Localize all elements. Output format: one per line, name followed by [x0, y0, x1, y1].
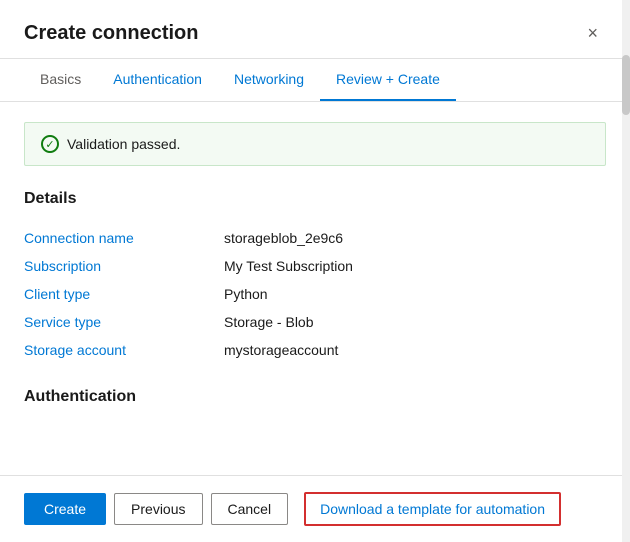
table-row: Service type Storage - Blob — [24, 308, 606, 336]
dialog-title: Create connection — [24, 22, 198, 45]
value-connection-name: storageblob_2e9c6 — [224, 224, 606, 252]
validation-check-icon: ✓ — [41, 135, 59, 153]
dialog-body: ✓ Validation passed. Details Connection … — [0, 102, 630, 475]
label-subscription: Subscription — [24, 252, 224, 280]
create-button[interactable]: Create — [24, 493, 106, 525]
close-button[interactable]: × — [579, 20, 606, 46]
tab-authentication[interactable]: Authentication — [97, 59, 218, 101]
authentication-section: Authentication — [24, 388, 606, 406]
value-client-type: Python — [224, 280, 606, 308]
table-row: Connection name storageblob_2e9c6 — [24, 224, 606, 252]
tab-bar: Basics Authentication Networking Review … — [0, 59, 630, 102]
tab-review-create[interactable]: Review + Create — [320, 59, 456, 101]
value-service-type: Storage - Blob — [224, 308, 606, 336]
value-storage-account: mystorageaccount — [224, 336, 606, 364]
authentication-section-title: Authentication — [24, 388, 606, 406]
validation-text: Validation passed. — [67, 136, 180, 152]
validation-banner: ✓ Validation passed. — [24, 122, 606, 166]
tab-basics[interactable]: Basics — [24, 59, 97, 101]
scrollbar-track[interactable] — [622, 0, 630, 542]
details-section: Details Connection name storageblob_2e9c… — [24, 190, 606, 364]
table-row: Storage account mystorageaccount — [24, 336, 606, 364]
label-client-type: Client type — [24, 280, 224, 308]
cancel-button[interactable]: Cancel — [211, 493, 289, 525]
label-storage-account: Storage account — [24, 336, 224, 364]
tab-networking[interactable]: Networking — [218, 59, 320, 101]
scrollbar-thumb[interactable] — [622, 55, 630, 115]
previous-button[interactable]: Previous — [114, 493, 202, 525]
details-section-title: Details — [24, 190, 606, 208]
label-service-type: Service type — [24, 308, 224, 336]
label-connection-name: Connection name — [24, 224, 224, 252]
value-subscription: My Test Subscription — [224, 252, 606, 280]
create-connection-dialog: Create connection × Basics Authenticatio… — [0, 0, 630, 542]
dialog-header: Create connection × — [0, 0, 630, 59]
table-row: Subscription My Test Subscription — [24, 252, 606, 280]
table-row: Client type Python — [24, 280, 606, 308]
details-table: Connection name storageblob_2e9c6 Subscr… — [24, 224, 606, 364]
dialog-footer: Create Previous Cancel Download a templa… — [0, 475, 630, 542]
download-template-button[interactable]: Download a template for automation — [304, 492, 561, 526]
